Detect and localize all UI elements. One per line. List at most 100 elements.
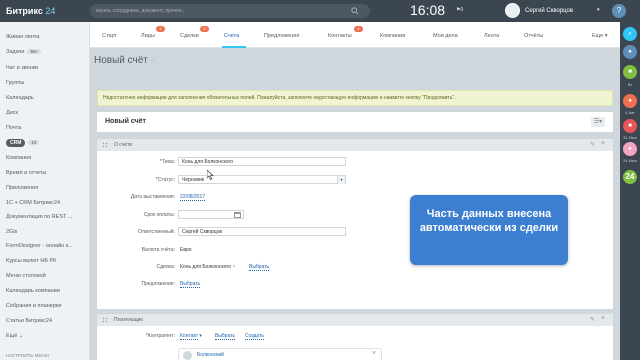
search-input[interactable]	[96, 8, 351, 14]
menu-icon[interactable]: ☰▾	[591, 117, 605, 127]
topic-label: *Тема:	[159, 159, 175, 165]
logo[interactable]: Битрикс 24	[0, 6, 90, 16]
invoice-card-header: Новый счёт ☰▾	[97, 112, 613, 132]
section-payer-title: Плательщик	[114, 317, 143, 323]
tab-feed[interactable]: Лента	[484, 33, 499, 39]
drag-handle-icon[interactable]	[102, 142, 108, 148]
lock-icon[interactable]: ■	[623, 119, 637, 133]
search-icon[interactable]: ⌕	[623, 27, 637, 41]
sidebar-configure-menu[interactable]: НАСТРОИТЬ МЕНЮ	[6, 353, 49, 358]
tab-deals[interactable]: Сделки	[180, 33, 199, 39]
sidebar-item-mail[interactable]: Почта	[6, 125, 21, 131]
deal-select-link[interactable]: Выбрать	[249, 264, 270, 271]
avatar[interactable]: ●	[623, 142, 637, 156]
section-about-header[interactable]: О счёте ✎ ×	[97, 139, 613, 151]
close-icon[interactable]: ×	[372, 350, 376, 357]
currency-value: Евро	[180, 247, 192, 253]
tab-companies[interactable]: Компании	[380, 33, 405, 39]
help-icon[interactable]: ?	[612, 4, 626, 18]
mouse-cursor-icon	[207, 170, 214, 180]
left-sidebar: Живая лента Задачи 56+ Чат и звонки Групп…	[0, 22, 90, 360]
sidebar-item-2gis[interactable]: 2Gis	[6, 229, 17, 235]
status-select[interactable]: Черновик ▾	[178, 175, 346, 184]
sidebar-item-more[interactable]: Ещё ⌄	[6, 333, 23, 339]
sidebar-item-meetings[interactable]: Собрания и планерки	[6, 303, 61, 309]
contractor-select-link[interactable]: Выбрать	[215, 333, 236, 340]
search-icon[interactable]	[351, 7, 359, 15]
sidebar-item-formdesigner[interactable]: FormDesigner - онлайн к...	[6, 243, 73, 249]
right-panel: ⌕ ● ■ Вт ● 4 Авг ■ 31 Июл ● 24 Июл 24	[620, 22, 640, 360]
deal-value: Конь для Болконского ×	[180, 264, 236, 270]
search-box[interactable]	[90, 4, 370, 18]
date-label: Дата выставления:	[130, 194, 175, 200]
responsible-field[interactable]: Сергей Скворцов	[178, 227, 346, 236]
tab-start[interactable]: Старт	[102, 33, 117, 39]
sidebar-item-time-reports[interactable]: Время и отчеты	[6, 170, 46, 176]
pencil-icon[interactable]: ✎	[590, 141, 595, 148]
sidebar-item-groups[interactable]: Группы	[6, 80, 24, 86]
timeline-label: 24 Июл	[623, 158, 637, 163]
calendar-badge[interactable]: 24	[623, 170, 637, 184]
section-payer-body: *Контрагент: Контакт ▾ Выбрать Создать Б…	[97, 326, 613, 360]
contacts-badge: 4	[354, 26, 363, 32]
avatar[interactable]: ●	[623, 94, 637, 108]
sidebar-item-disk[interactable]: Диск	[6, 110, 18, 116]
close-icon[interactable]: ×	[601, 140, 605, 147]
due-date-label: Срок оплаты:	[143, 212, 175, 218]
leads-badge: 1	[156, 26, 165, 32]
sidebar-item-rest-docs[interactable]: Документация по REST ...	[6, 214, 72, 220]
star-icon[interactable]: ☆	[150, 58, 156, 65]
date-field[interactable]: 22/08/2017	[180, 194, 206, 201]
lock-icon[interactable]: ■	[623, 65, 637, 79]
contact-card[interactable]: Болконский ×	[178, 348, 382, 360]
sidebar-item-apps[interactable]: Приложения	[6, 185, 38, 191]
tab-offers[interactable]: Предложения	[264, 33, 299, 39]
sidebar-item-calendar[interactable]: Календарь	[6, 95, 34, 101]
tab-leads[interactable]: Лиды	[141, 33, 155, 39]
pencil-icon[interactable]: ✎	[590, 316, 595, 323]
close-icon[interactable]: ×	[601, 315, 605, 322]
currency-label: Валюта счёта:	[141, 247, 175, 253]
sidebar-item-chat[interactable]: Чат и звонки	[6, 65, 38, 71]
contact-name[interactable]: Болконский	[197, 352, 224, 358]
sidebar-item-crm[interactable]: CRM 10	[6, 139, 40, 147]
section-payer-header[interactable]: Плательщик ✎ ×	[97, 314, 613, 326]
contractor-create-link[interactable]: Создать	[245, 333, 265, 340]
crm-badge: 10	[28, 140, 40, 145]
logo-number: 24	[45, 6, 56, 16]
drag-handle-icon[interactable]	[102, 317, 108, 323]
user-avatar[interactable]	[505, 3, 520, 18]
tab-contacts[interactable]: Контакты	[328, 33, 352, 39]
sidebar-item-tasks[interactable]: Задачи 56+	[6, 49, 42, 55]
offer-label: Предложение:	[141, 281, 175, 287]
chevron-down-icon: ▾	[337, 176, 345, 184]
deal-label: Сделка:	[156, 264, 175, 270]
calendar-icon[interactable]	[234, 212, 241, 218]
timeline-label: 4 Авг	[625, 110, 635, 115]
timeline-label: Вт	[627, 82, 633, 87]
sidebar-item-company[interactable]: Компания	[6, 155, 31, 161]
sidebar-item-currency[interactable]: Курсы валют НБ РК	[6, 258, 56, 264]
clock[interactable]: 16:08	[410, 2, 445, 18]
tab-my-activities[interactable]: Мои дела	[433, 33, 458, 39]
bell-icon[interactable]: ●	[623, 45, 637, 59]
tab-invoices[interactable]: Счета	[224, 33, 239, 39]
chevron-down-icon[interactable]: ▾	[597, 7, 600, 13]
close-icon[interactable]: ×	[232, 264, 235, 270]
flag-indicator[interactable]: ⚑0	[456, 7, 463, 13]
user-name[interactable]: Сергей Скворцов	[525, 8, 573, 14]
sidebar-item-canteen[interactable]: Меню столовой	[6, 273, 46, 279]
page-title: Новый счёт ☆	[94, 55, 157, 66]
topic-field[interactable]: Конь для Болконского	[178, 157, 346, 166]
sidebar-item-company-calendar[interactable]: Календарь компании	[6, 288, 60, 294]
tab-reports[interactable]: Отчёты	[524, 33, 543, 39]
deals-badge: 5	[200, 26, 209, 32]
sidebar-item-1c-crm[interactable]: 1С + CRM Битрикс24	[6, 200, 60, 206]
contractor-type-select[interactable]: Контакт ▾	[180, 333, 202, 340]
active-tab-underline	[222, 46, 246, 48]
tab-more[interactable]: Еще ▾	[592, 33, 608, 39]
offer-select-link[interactable]: Выбрать	[180, 281, 201, 288]
warning-message: Недостаточно информации для заполнения о…	[97, 90, 613, 106]
sidebar-item-live-feed[interactable]: Живая лента	[6, 34, 39, 40]
sidebar-item-articles[interactable]: Статьи Битрикс24	[6, 318, 52, 324]
